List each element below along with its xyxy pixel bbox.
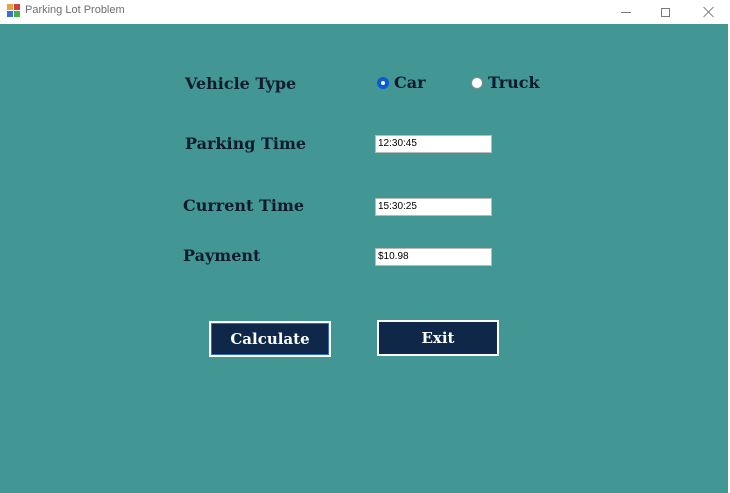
parking-time-label: Parking Time (185, 134, 307, 153)
close-icon (703, 6, 715, 18)
exit-button[interactable]: Exit (377, 320, 499, 356)
minimize-button[interactable] (604, 0, 648, 24)
radio-truck-indicator[interactable] (471, 76, 483, 89)
radio-truck-label: Truck (488, 73, 540, 92)
radio-car[interactable]: Car (377, 73, 426, 92)
radio-truck[interactable]: Truck (471, 73, 540, 92)
app-icon (7, 4, 21, 17)
form-client-area (0, 24, 728, 493)
maximize-button[interactable] (643, 0, 687, 24)
title-bar: Parking Lot Problem (0, 0, 730, 24)
close-button[interactable] (687, 0, 730, 24)
payment-label: Payment (183, 246, 261, 265)
minimize-icon (621, 11, 631, 13)
current-time-label: Current Time (183, 196, 305, 215)
maximize-icon (660, 7, 670, 17)
parking-time-field[interactable]: 12:30:45 (375, 135, 492, 153)
radio-car-indicator[interactable] (377, 76, 389, 89)
payment-field[interactable]: $10.98 (375, 248, 492, 266)
vehicle-type-label: Vehicle Type (185, 74, 297, 93)
radio-car-label: Car (394, 73, 426, 92)
window-title: Parking Lot Problem (25, 4, 125, 16)
current-time-field[interactable]: 15:30:25 (375, 198, 492, 216)
calculate-button[interactable]: Calculate (209, 321, 331, 357)
